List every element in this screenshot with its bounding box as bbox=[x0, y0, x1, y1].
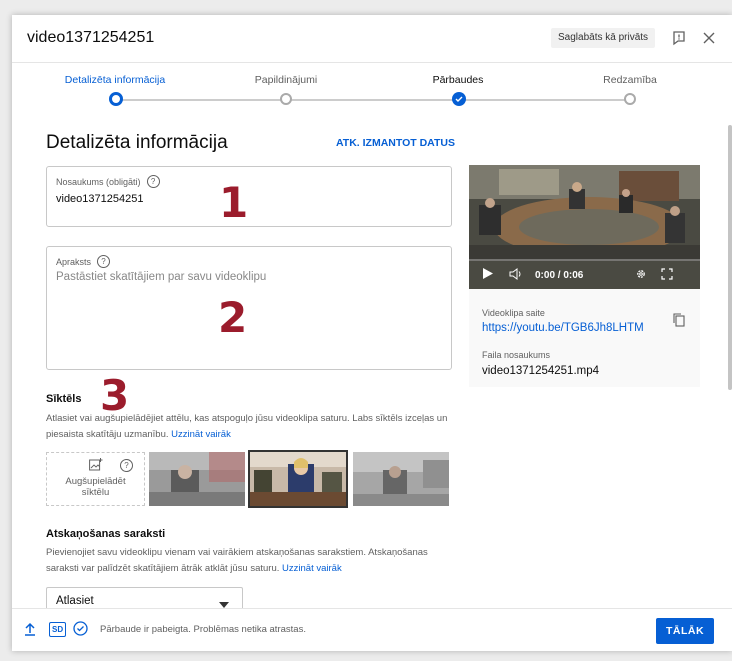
step-node-details[interactable] bbox=[109, 92, 123, 106]
annotation-number: 2 bbox=[218, 293, 248, 342]
file-name-label: Faila nosaukums bbox=[482, 350, 551, 360]
help-icon[interactable]: ? bbox=[120, 459, 133, 472]
video-link[interactable]: https://youtu.be/TGB6Jh8LHTM bbox=[482, 322, 644, 334]
details-heading: Detalizēta informācija bbox=[46, 132, 228, 153]
help-icon[interactable]: ? bbox=[146, 175, 160, 188]
upload-dialog: video1371254251 Saglabāts kā privāts Det… bbox=[12, 15, 732, 651]
step-done-check-icon[interactable] bbox=[452, 92, 466, 106]
add-image-icon bbox=[89, 458, 103, 474]
description-field-label: Apraksts bbox=[56, 256, 92, 267]
step-node-elements[interactable] bbox=[280, 93, 292, 105]
annotation-number: 1 bbox=[219, 178, 249, 227]
step-track bbox=[288, 99, 456, 101]
step-label-details[interactable]: Detalizēta informācija bbox=[45, 74, 185, 86]
upload-thumbnail-button[interactable]: ? Augšupielādēt sīktēlu bbox=[46, 452, 145, 506]
sd-badge-icon[interactable]: SD bbox=[49, 622, 67, 637]
reuse-details-link[interactable]: ATK. IZMANTOT DATUS bbox=[336, 137, 455, 149]
play-icon[interactable] bbox=[483, 268, 493, 282]
video-time: 0:00 / 0:06 bbox=[535, 269, 584, 281]
next-button[interactable]: TĀLĀK bbox=[656, 618, 714, 644]
video-link-label: Videoklipa saite bbox=[482, 308, 545, 318]
thumbnail-option-1[interactable] bbox=[149, 452, 245, 506]
playlists-description: Pievienojiet savu videoklipu vienam vai … bbox=[46, 545, 456, 577]
saved-private-chip[interactable]: Saglabāts kā privāts bbox=[551, 28, 656, 48]
playlists-text: Pievienojiet savu videoklipu vienam vai … bbox=[46, 547, 428, 574]
settings-gear-icon[interactable] bbox=[635, 268, 647, 283]
thumbnail-description: Atlasiet vai augšupielādējiet attēlu, ka… bbox=[46, 411, 456, 443]
video-preview-card: 0:00 / 0:06 Videoklipa saite https://you… bbox=[469, 165, 700, 387]
playlists-heading: Atskaņošanas saraksti bbox=[46, 528, 166, 540]
thumbnail-option-2[interactable] bbox=[248, 450, 348, 508]
playlists-learn-more-link[interactable]: Uzzināt vairāk bbox=[282, 563, 342, 574]
thumbnail-option-3[interactable] bbox=[353, 452, 449, 506]
video-controls: 0:00 / 0:06 bbox=[469, 261, 700, 289]
upload-stepper: Detalizēta informācija Papildinājumi Pār… bbox=[12, 63, 732, 121]
step-node-visibility[interactable] bbox=[624, 93, 636, 105]
step-label-checks[interactable]: Pārbaudes bbox=[388, 74, 528, 86]
step-label-visibility[interactable]: Redzamība bbox=[560, 74, 700, 86]
help-icon[interactable]: ? bbox=[97, 255, 111, 268]
dialog-title: video1371254251 bbox=[27, 29, 155, 46]
check-circle-icon[interactable] bbox=[73, 621, 88, 641]
upload-thumbnail-label: Augšupielādēt sīktēlu bbox=[65, 476, 126, 498]
scrollbar[interactable] bbox=[728, 125, 732, 390]
step-track bbox=[117, 99, 284, 101]
close-icon[interactable] bbox=[697, 26, 721, 50]
title-input[interactable]: video1371254251 bbox=[56, 193, 143, 205]
thumbnail-text: Atlasiet vai augšupielādējiet attēlu, ka… bbox=[46, 413, 448, 440]
file-name: video1371254251.mp4 bbox=[482, 365, 600, 377]
thumbnail-learn-more-link[interactable]: Uzzināt vairāk bbox=[171, 429, 231, 440]
fullscreen-icon[interactable] bbox=[661, 267, 673, 283]
volume-icon[interactable] bbox=[509, 267, 523, 283]
copy-icon[interactable] bbox=[673, 313, 685, 332]
description-input[interactable]: Pastāstiet skatītājiem par savu videokli… bbox=[56, 271, 266, 283]
step-label-elements[interactable]: Papildinājumi bbox=[216, 74, 356, 86]
thumbnail-heading: Sīktēls bbox=[46, 393, 82, 405]
title-field-label: Nosaukums (obligāti) bbox=[56, 176, 141, 187]
title-field[interactable]: Nosaukums (obligāti) ? video1371254251 bbox=[46, 166, 452, 227]
upload-icon[interactable] bbox=[24, 622, 36, 641]
checks-status-text: Pārbaude ir pabeigta. Problēmas netika a… bbox=[100, 624, 306, 635]
dialog-footer: SD Pārbaude ir pabeigta. Problēmas netik… bbox=[12, 608, 732, 651]
step-track bbox=[460, 99, 627, 101]
feedback-icon[interactable] bbox=[667, 26, 691, 50]
video-player[interactable]: 0:00 / 0:06 bbox=[469, 165, 700, 289]
description-field[interactable]: Apraksts ? Pastāstiet skatītājiem par sa… bbox=[46, 246, 452, 370]
dialog-header: video1371254251 Saglabāts kā privāts bbox=[12, 15, 732, 63]
playlist-select-value: Atlasiet bbox=[56, 595, 94, 607]
